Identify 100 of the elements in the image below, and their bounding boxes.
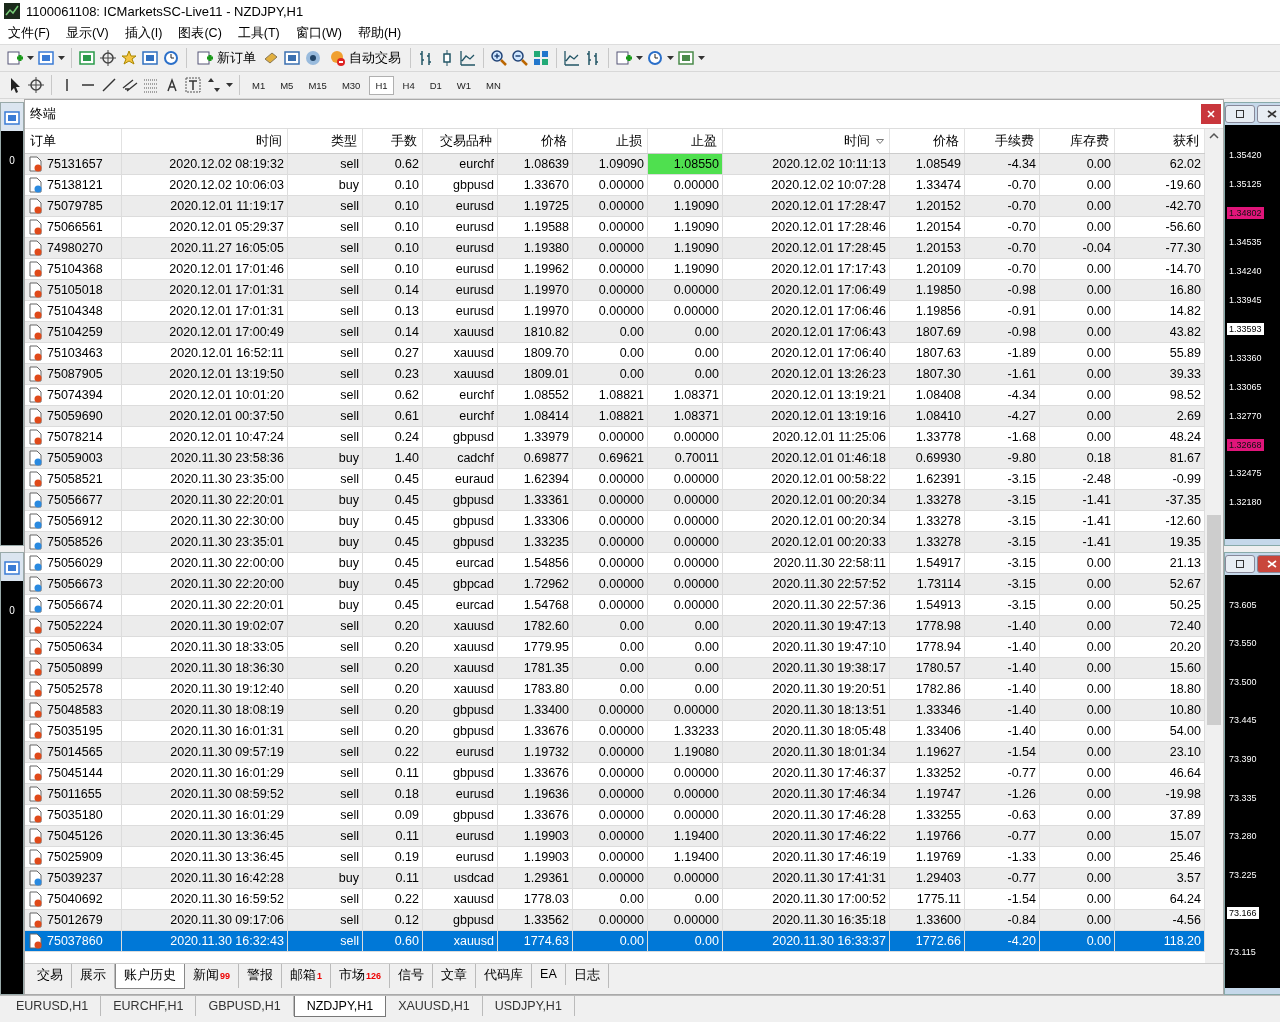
arrows-icon[interactable] (205, 76, 223, 94)
chart-tab[interactable]: XAUUSD,H1 (386, 996, 483, 1016)
chart-tab[interactable]: GBPUSD,H1 (196, 996, 294, 1016)
restore-button[interactable] (1225, 554, 1255, 573)
column-header[interactable]: 止盈 (648, 129, 723, 153)
scroll-thumb[interactable] (1207, 515, 1221, 725)
panel-tab[interactable]: 日志 (565, 964, 609, 988)
timeframe-tab[interactable]: M1 (246, 75, 272, 95)
chart-tab[interactable]: USDJPY,H1 (482, 996, 575, 1016)
column-header[interactable]: 时间 (723, 129, 890, 153)
column-header[interactable]: 止损 (573, 129, 648, 153)
panel-tab[interactable]: EA (532, 964, 566, 985)
column-header[interactable]: 库存费 (1040, 129, 1115, 153)
table-row[interactable]: 75058521 2020.11.30 23:35:00 sell 0.45 euraud 1.62394 0.00000 0.00000 2020.12.01 00:58:22 1.62391 -3.15 -2.48 -0.99 (25, 469, 1205, 490)
table-row[interactable]: 75039237 2020.11.30 16:42:28 buy 0.11 usdcad 1.29361 0.00000 0.00000 2020.11.30 17:41:31 1.29403 -0.77 0.00 3.57 (25, 868, 1205, 889)
table-row[interactable]: 75138121 2020.12.02 10:06:03 buy 0.10 gbpusd 1.33670 0.00000 0.00000 2020.12.02 10:07:28 1.33474 -0.70 0.00 -19.60 (25, 175, 1205, 196)
table-row[interactable]: 75052578 2020.11.30 19:12:40 sell 0.20 xauusd 1783.80 0.00 0.00 2020.11.30 19:20:51 1782.86 -1.40 0.00 18.80 (25, 679, 1205, 700)
column-header[interactable]: 交易品种 (423, 129, 498, 153)
panel-tab[interactable]: 交易 (29, 964, 72, 988)
panel-tab[interactable]: 信号 (390, 964, 434, 988)
table-row[interactable]: 75103463 2020.12.01 16:52:11 sell 0.27 xauusd 1809.70 0.00 0.00 2020.12.01 17:06:40 1807.63 -1.89 0.00 55.89 (25, 343, 1205, 364)
restore-button[interactable] (1225, 105, 1255, 123)
timeframe-tab[interactable]: M5 (274, 75, 300, 95)
crosshair-icon[interactable] (27, 76, 45, 94)
panel-tab[interactable]: 账户历史 (115, 964, 185, 989)
new-chart-icon[interactable] (6, 49, 24, 67)
table-row[interactable]: 75052224 2020.11.30 19:02:07 sell 0.20 xauusd 1782.60 0.00 0.00 2020.11.30 19:47:13 1778.98 -1.40 0.00 72.40 (25, 616, 1205, 637)
timeframe-tab[interactable]: H4 (396, 75, 421, 95)
panel-tab[interactable]: 市场 126 (331, 964, 391, 988)
timeframe-tab[interactable]: W1 (450, 75, 478, 95)
star-icon[interactable] (120, 49, 138, 67)
table-row[interactable]: 75037860 2020.11.30 16:32:43 sell 0.60 xauusd 1774.63 0.00 0.00 2020.11.30 16:33:37 1772.66 -4.20 0.00 118.20 (25, 931, 1205, 952)
caret-icon[interactable] (636, 56, 643, 60)
panel-tab[interactable]: 代码库 (476, 964, 533, 988)
table-row[interactable]: 75035180 2020.11.30 16:01:29 sell 0.09 gbpusd 1.33676 0.00000 0.00000 2020.11.30 17:46:28 1.33255 -0.63 0.00 37.89 (25, 805, 1205, 826)
scrollbar[interactable] (1205, 129, 1223, 963)
trend-line-icon[interactable] (100, 76, 118, 94)
caret-icon[interactable] (58, 56, 65, 60)
text-label-icon[interactable] (184, 76, 202, 94)
table-row[interactable]: 75059003 2020.11.30 23:58:36 buy 1.40 cadchf 0.69877 0.69621 0.70011 2020.12.01 01:46:18 0.69930 -9.80 0.18 81.67 (25, 448, 1205, 469)
new-order-icon[interactable] (196, 49, 214, 67)
zoom-out-icon[interactable] (511, 49, 529, 67)
timeframe-tab[interactable]: M15 (302, 75, 333, 95)
new-order-button[interactable]: 新订单 (193, 48, 259, 68)
menu-item[interactable]: 显示(V) (59, 22, 115, 44)
signal-icon[interactable] (304, 49, 322, 67)
table-row[interactable]: 75059690 2020.12.01 00:37:50 sell 0.61 eurchf 1.08414 1.08821 1.08371 2020.12.01 13:19:16 1.08410 -4.27 0.00 2.69 (25, 406, 1205, 427)
tile-windows-icon[interactable] (532, 49, 550, 67)
table-row[interactable]: 75014565 2020.11.30 09:57:19 sell 0.22 eurusd 1.19732 0.00000 1.19080 2020.11.30 18:01:34 1.19627 -1.54 0.00 23.10 (25, 742, 1205, 763)
caret-icon[interactable] (698, 56, 705, 60)
panel-tab[interactable]: 文章 (433, 964, 477, 988)
panel-tab[interactable]: 警报 (239, 964, 282, 988)
table-row[interactable]: 75056673 2020.11.30 22:20:00 buy 0.45 gbpcad 1.72962 0.00000 0.00000 2020.11.30 22:57:52 1.73114 -3.15 0.00 52.67 (25, 574, 1205, 595)
table-row[interactable]: 75025909 2020.11.30 13:36:45 sell 0.19 eurusd 1.19903 0.00000 1.19400 2020.11.30 17:46:19 1.19769 -1.33 0.00 25.46 (25, 847, 1205, 868)
table-row[interactable]: 75012679 2020.11.30 09:17:06 sell 0.12 gbpusd 1.33562 0.00000 0.00000 2020.11.30 16:35:18 1.33600 -0.84 0.00 -4.56 (25, 910, 1205, 931)
table-row[interactable]: 75056677 2020.11.30 22:20:01 buy 0.45 gbpusd 1.33361 0.00000 0.00000 2020.12.01 00:20:34 1.33278 -3.15 -1.41 -37.35 (25, 490, 1205, 511)
auto-trading-button[interactable]: 自动交易 (325, 48, 404, 68)
close-button[interactable] (1257, 554, 1280, 573)
column-header[interactable]: 时间 (122, 129, 288, 153)
close-button[interactable] (1201, 104, 1221, 124)
table-row[interactable]: 75058526 2020.11.30 23:35:01 buy 0.45 gbpusd 1.33235 0.00000 0.00000 2020.12.01 00:20:33 1.33278 -3.15 -1.41 19.35 (25, 532, 1205, 553)
table-row[interactable]: 75074394 2020.12.01 10:01:20 sell 0.62 eurchf 1.08552 1.08821 1.08371 2020.12.01 13:19:21 1.08408 -4.34 0.00 98.52 (25, 385, 1205, 406)
chart-tab[interactable]: NZDJPY,H1 (293, 996, 387, 1017)
menu-item[interactable]: 文件(F) (2, 22, 56, 44)
panel-tab[interactable]: 邮箱1 (282, 964, 332, 988)
table-row[interactable]: 75079785 2020.12.01 11:19:17 sell 0.10 eurusd 1.19725 0.00000 1.19090 2020.12.01 17:28:47 1.20152 -0.70 0.00 -42.70 (25, 196, 1205, 217)
crosshair-icon[interactable] (99, 49, 117, 67)
column-header[interactable]: 价格 (498, 129, 573, 153)
table-row[interactable]: 75045126 2020.11.30 13:36:45 sell 0.11 eurusd 1.19903 0.00000 1.19400 2020.11.30 17:46:22 1.19766 -0.77 0.00 15.07 (25, 826, 1205, 847)
table-row[interactable]: 75104348 2020.12.01 17:01:31 sell 0.13 eurusd 1.19970 0.00000 0.00000 2020.12.01 17:06:46 1.19856 -0.91 0.00 14.82 (25, 301, 1205, 322)
table-row[interactable]: 75050899 2020.11.30 18:36:30 sell 0.20 xauusd 1781.35 0.00 0.00 2020.11.30 19:38:17 1780.57 -1.40 0.00 15.60 (25, 658, 1205, 679)
table-row[interactable]: 75056674 2020.11.30 22:20:01 buy 0.45 eurcad 1.54768 0.00000 0.00000 2020.11.30 22:57:36 1.54913 -3.15 0.00 50.25 (25, 595, 1205, 616)
table-row[interactable]: 75087905 2020.12.01 13:19:50 sell 0.23 xauusd 1809.01 0.00 0.00 2020.12.01 13:26:23 1807.30 -1.61 0.00 39.33 (25, 364, 1205, 385)
timeframe-tab[interactable]: MN (480, 75, 507, 95)
menu-item[interactable]: 窗口(W) (289, 22, 348, 44)
table-row[interactable]: 75048583 2020.11.30 18:08:19 sell 0.20 gbpusd 1.33400 0.00000 0.00000 2020.11.30 18:13:51 1.33346 -1.40 0.00 10.80 (25, 700, 1205, 721)
table-row[interactable]: 75035195 2020.11.30 16:01:31 sell 0.20 gbpusd 1.33676 0.00000 1.33233 2020.11.30 18:05:48 1.33406 -1.40 0.00 54.00 (25, 721, 1205, 742)
column-header[interactable]: 类型 (288, 129, 363, 153)
menu-item[interactable]: 帮助(H) (351, 22, 408, 44)
table-row[interactable]: 75045144 2020.11.30 16:01:29 sell 0.11 gbpusd 1.33676 0.00000 0.00000 2020.11.30 17:46:37 1.33252 -0.77 0.00 46.64 (25, 763, 1205, 784)
table-row[interactable]: 75078214 2020.12.01 10:47:24 sell 0.24 gbpusd 1.33979 0.00000 0.00000 2020.12.01 11:25:06 1.33778 -1.68 0.00 48.24 (25, 427, 1205, 448)
panel-tab[interactable]: 新闻 99 (185, 964, 239, 988)
column-header[interactable]: 价格 (890, 129, 965, 153)
menu-item[interactable]: 图表(C) (172, 22, 228, 44)
column-header[interactable]: 手续费 (965, 129, 1040, 153)
table-row[interactable]: 75040692 2020.11.30 16:59:52 sell 0.22 xauusd 1778.03 0.00 0.00 2020.11.30 17:00:52 1775.11 -1.54 0.00 64.24 (25, 889, 1205, 910)
table-row[interactable]: 75105018 2020.12.01 17:01:31 sell 0.14 eurusd 1.19970 0.00000 0.00000 2020.12.01 17:06:49 1.19850 -0.98 0.00 16.80 (25, 280, 1205, 301)
table-row[interactable]: 75131657 2020.12.02 08:19:32 sell 0.62 eurchf 1.08639 1.09090 1.08550 2020.12.02 10:11:13 1.08549 -4.34 0.00 62.02 (25, 154, 1205, 175)
table-row[interactable]: 75056912 2020.11.30 22:30:00 buy 0.45 gbpusd 1.33306 0.00000 0.00000 2020.12.01 00:20:34 1.33278 -3.15 -1.41 -12.60 (25, 511, 1205, 532)
timeframe-tab[interactable]: H1 (369, 75, 394, 95)
table-row[interactable]: 75104368 2020.12.01 17:01:46 sell 0.10 eurusd 1.19962 0.00000 1.19090 2020.12.01 17:17:43 1.20109 -0.70 0.00 -14.70 (25, 259, 1205, 280)
line-chart-icon[interactable] (459, 49, 477, 67)
table-row[interactable]: 75066561 2020.12.01 05:29:37 sell 0.10 eurusd 1.19588 0.00000 1.19090 2020.12.01 17:28:46 1.20154 -0.70 0.00 -56.60 (25, 217, 1205, 238)
auto-trading-icon[interactable] (328, 49, 346, 67)
menu-item[interactable]: 工具(T) (231, 22, 286, 44)
table-row[interactable]: 75056029 2020.11.30 22:00:00 buy 0.45 eurcad 1.54856 0.00000 0.00000 2020.11.30 22:58:11 1.54917 -3.15 0.00 21.13 (25, 553, 1205, 574)
column-header[interactable]: 手数 (363, 129, 423, 153)
table-row[interactable]: 75104259 2020.12.01 17:00:49 sell 0.14 xauusd 1810.82 0.00 0.00 2020.12.01 17:06:43 1807.69 -0.98 0.00 43.82 (25, 322, 1205, 343)
table-row[interactable]: 74980270 2020.11.27 16:05:05 sell 0.10 eurusd 1.19380 0.00000 1.19090 2020.12.01 17:28:45 1.20153 -0.70 -0.04 -77.30 (25, 238, 1205, 259)
periods-icon[interactable] (646, 49, 664, 67)
